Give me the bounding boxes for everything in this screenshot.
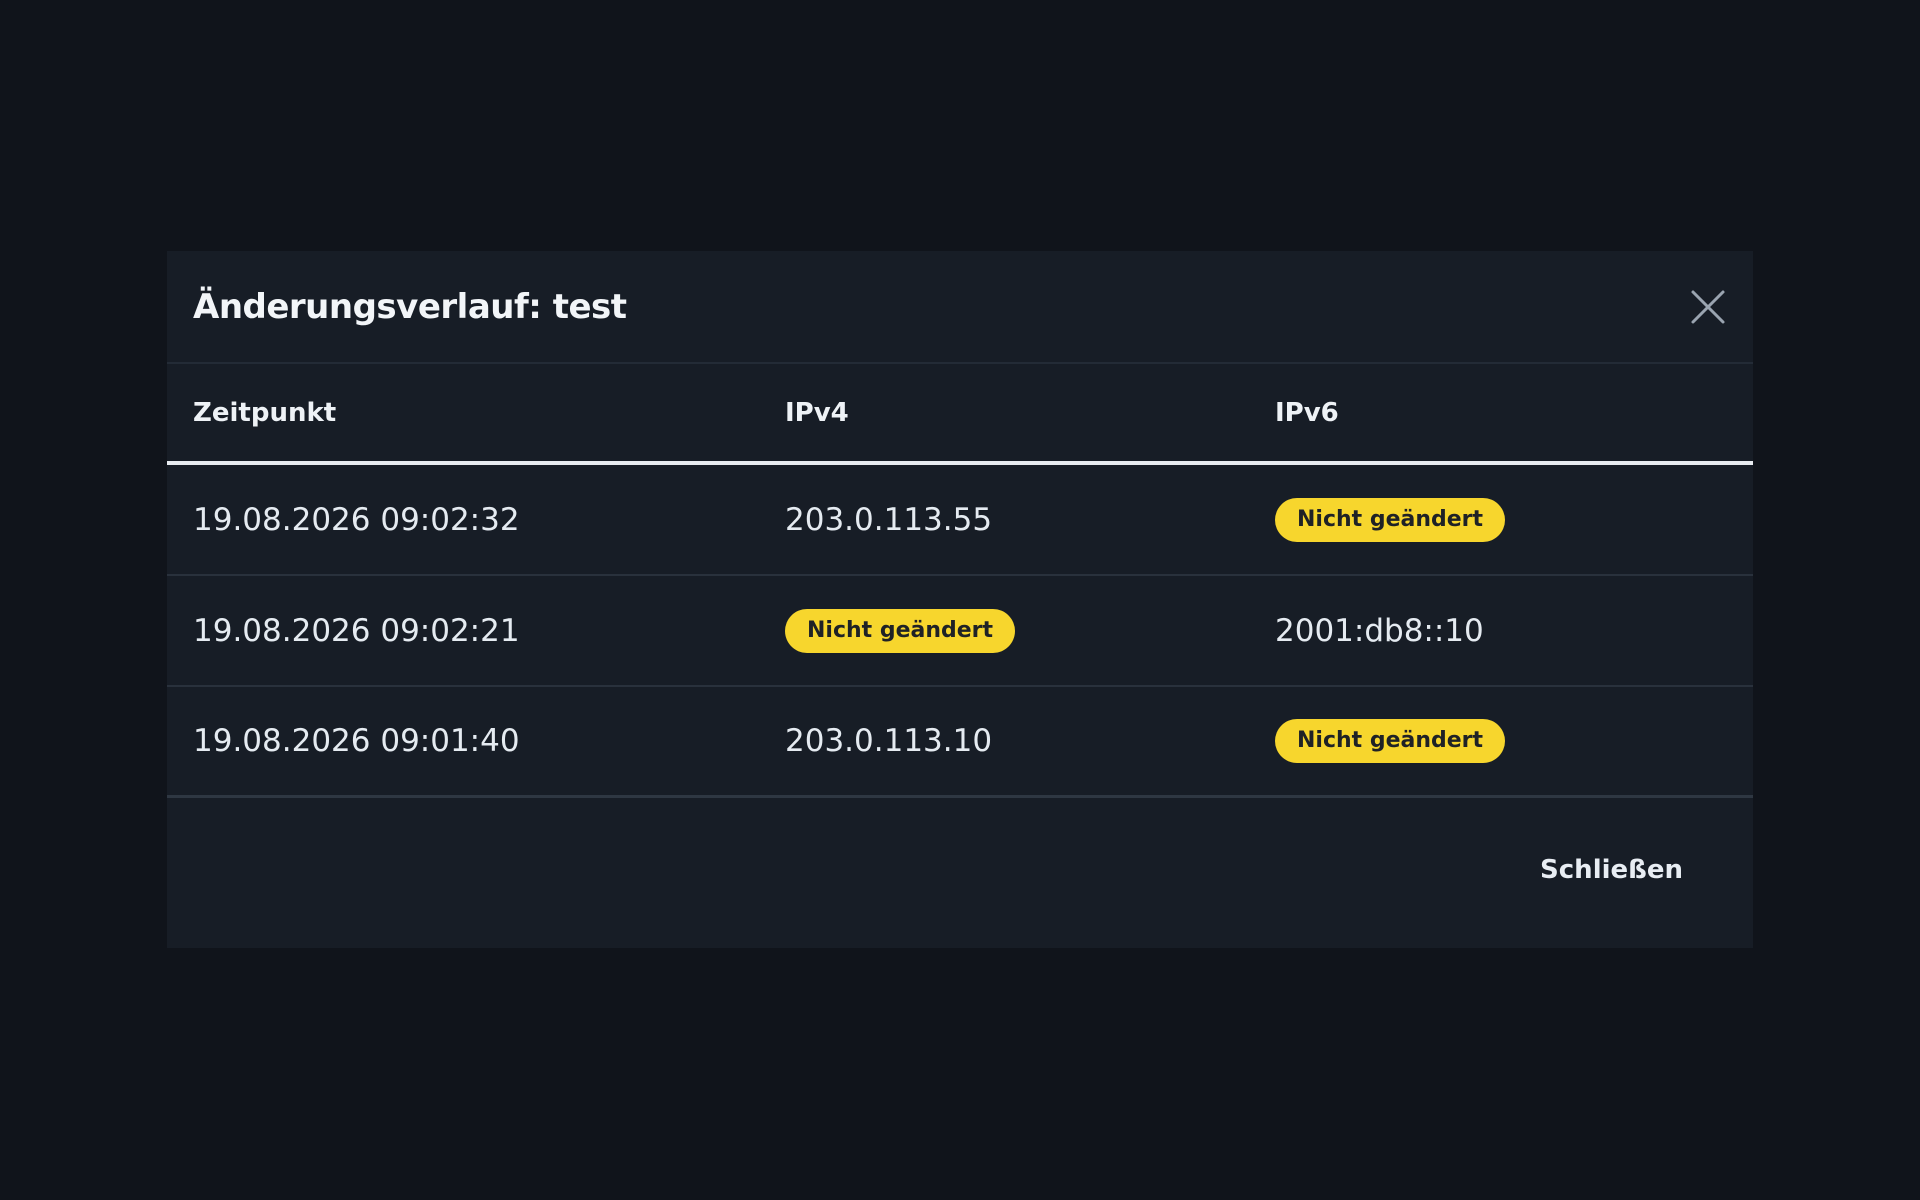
row-time: 19.08.2026 09:02:32 — [193, 501, 520, 538]
header-zeitpunkt: Zeitpunkt — [193, 397, 337, 428]
dialog-header: Änderungsverlauf: test — [167, 251, 1753, 364]
unchanged-badge: Nicht geändert — [1275, 497, 1506, 542]
row-time: 19.08.2026 09:02:21 — [193, 612, 520, 649]
close-icon — [1691, 290, 1725, 323]
dialog-footer: Schließen — [167, 798, 1753, 942]
schliessen-button[interactable]: Schließen — [1540, 847, 1683, 893]
table-row: 19.08.2026 09:02:21 Nicht geändert 2001:… — [167, 576, 1753, 687]
unchanged-badge: Nicht geändert — [1275, 719, 1506, 763]
header-ipv4: IPv4 — [785, 397, 849, 428]
history-table: Zeitpunkt IPv4 IPv6 19.08.2026 09:02:32 … — [167, 364, 1753, 798]
header-ipv6: IPv6 — [1275, 397, 1339, 428]
unchanged-badge: Nicht geändert — [785, 608, 1016, 653]
row-ipv4: 203.0.113.55 — [785, 501, 993, 538]
row-ipv4: 203.0.113.10 — [785, 723, 993, 759]
table-header: Zeitpunkt IPv4 IPv6 — [167, 364, 1753, 465]
history-dialog: Änderungsverlauf: test Zeitpunkt IPv4 IP… — [167, 251, 1753, 948]
row-ipv6-cell: Nicht geändert — [1275, 719, 1753, 763]
table-row: 19.08.2026 09:01:40 203.0.113.10 Nicht g… — [167, 687, 1753, 798]
table-row: 19.08.2026 09:02:32 203.0.113.55 Nicht g… — [167, 465, 1753, 576]
dialog-title: Änderungsverlauf: test — [193, 286, 627, 327]
row-ipv6-cell: Nicht geändert — [1275, 497, 1753, 542]
row-ipv4-cell: Nicht geändert — [785, 608, 1275, 653]
row-ipv6: 2001:db8::10 — [1275, 612, 1484, 649]
close-button[interactable] — [1686, 285, 1730, 329]
row-time: 19.08.2026 09:01:40 — [193, 723, 520, 759]
